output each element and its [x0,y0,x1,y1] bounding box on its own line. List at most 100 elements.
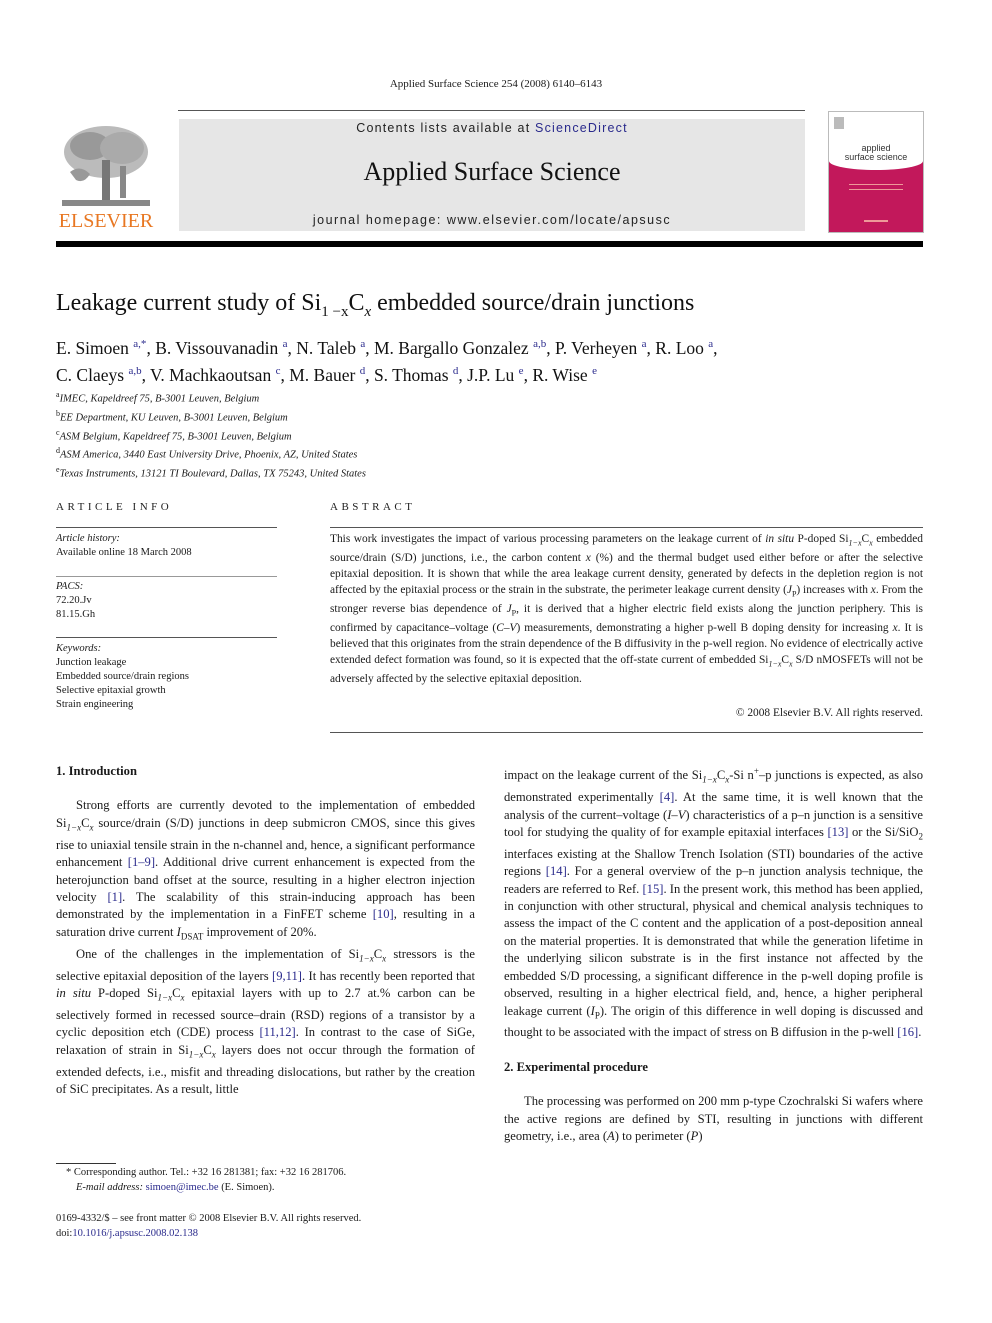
affiliation: eTexas Instruments, 13121 TI Boulevard, … [56,465,366,480]
author-affiliation-link[interactable]: e [592,365,597,377]
contents-prefix: Contents lists available at [356,121,536,135]
pacs-item: 81.15.Gh [56,609,96,620]
title-suffix: embedded source/drain junctions [371,290,695,316]
author: N. Taleb [296,337,361,358]
journal-banner: Contents lists available at ScienceDirec… [179,119,805,231]
abstract-copyright: © 2008 Elsevier B.V. All rights reserved… [735,707,923,719]
affiliation: aIMEC, Kapeldreef 75, B-3001 Leuven, Bel… [56,390,260,405]
keyword-item: Selective epitaxial growth [56,685,166,696]
running-head: Applied Surface Science 254 (2008) 6140–… [389,78,603,90]
article-info-heading: ARTICLE INFO [56,501,173,513]
journal-cover-image[interactable]: applied surface science [828,111,924,233]
abstract-text: This work investigates the impact of var… [330,533,924,686]
contents-line: Contents lists available at ScienceDirec… [179,121,805,135]
section-heading-introduction: 1. Introduction [56,764,137,778]
author: R. Loo [655,337,709,358]
article-title: Leakage current study of Si1 −xCx embedd… [56,290,694,321]
history-value: Available online 18 March 2008 [56,547,192,558]
keyword-item: Embedded source/drain regions [56,671,189,682]
keyword-item: Junction leakage [56,657,127,668]
author-affiliation-link[interactable]: a,b [128,365,141,377]
affiliations: aIMEC, Kapeldreef 75, B-3001 Leuven, Bel… [56,388,366,482]
author-affiliation-link[interactable]: a [283,338,288,350]
abstract-rule-top [330,527,923,528]
paragraph: impact on the leakage current of the Si1… [504,766,924,1040]
citation-link[interactable]: [16] [897,1025,918,1039]
history-label: Article history: [56,533,120,544]
article-history: Article history: Available online 18 Mar… [56,528,277,560]
title-c: C [348,290,365,316]
author: S. Thomas [373,364,453,385]
pacs-item: 72.20.Jv [56,595,92,606]
title-text: Leakage current study of Si [56,290,322,316]
author-affiliation-link[interactable]: e [519,365,524,377]
author-affiliation-link[interactable]: a [360,338,365,350]
paragraph: Strong efforts are currently devoted to … [56,798,476,942]
citation-link[interactable]: [13] [827,825,848,839]
citation-link[interactable]: [1–9] [128,855,155,869]
header-rule [178,110,805,111]
header-thick-rule [56,241,923,247]
author: J.P. Lu [467,364,519,385]
cover-title: applied surface science [829,144,923,162]
cover-title-line2: surface science [844,152,908,162]
homepage-line: journal homepage: www.elsevier.com/locat… [179,213,805,227]
journal-title: Applied Surface Science [363,157,621,186]
author-affiliation-link[interactable]: a,b [533,338,546,350]
author-list: E. Simoen a,*, B. Vissouvanadin a, N. Ta… [56,337,718,385]
keyword-item: Strain engineering [56,699,134,710]
author-affiliation-link[interactable]: a [642,338,647,350]
author: M. Bargallo Gonzalez [373,337,534,358]
author-affiliation-link[interactable]: d [453,365,459,377]
elsevier-tree-icon [62,126,150,206]
author: B. Vissouvanadin [155,337,283,358]
elsevier-wordmark: ELSEVIER [58,210,154,232]
sciencedirect-link[interactable]: ScienceDirect [535,121,628,135]
author: E. Simoen [56,337,134,358]
keywords-label: Keywords: [56,643,102,654]
email-note: E-mail address: simoen@imec.be (E. Simoe… [76,1182,275,1193]
author: V. Machkaoutsan [150,364,276,385]
author-affiliation-link[interactable]: a,* [133,338,146,350]
paragraph: One of the challenges in the implementat… [56,946,476,1097]
paragraph: The processing was performed on 200 mm p… [504,1094,923,1144]
body-column-right: impact on the leakage current of the Si1… [504,763,923,1145]
affiliation: cASM Belgium, Kapeldreef 75, B-3001 Leuv… [56,427,292,443]
elsevier-logo[interactable]: ELSEVIER [56,118,156,234]
title-subscript: 1 −x [321,303,349,320]
section-heading-experimental: 2. Experimental procedure [504,1059,648,1074]
front-matter: 0169-4332/$ – see front matter © 2008 El… [56,1211,476,1241]
footnote-rule [56,1163,116,1164]
citation-link[interactable]: [15] [642,882,663,896]
cover-footer-mark [864,220,888,222]
cover-subtitle-lines [849,184,903,190]
author: R. Wise [532,364,593,385]
pacs: PACS: 72.20.Jv 81.15.Gh [56,560,277,622]
citation-link[interactable]: [14] [546,864,567,878]
keywords: Keywords: Junction leakage Embedded sour… [56,622,277,712]
author-affiliation-link[interactable]: d [360,365,366,377]
abstract-heading: ABSTRACT [330,501,416,513]
email-link[interactable]: simoen@imec.be [146,1182,219,1193]
body-column-left: 1. Introduction Strong efforts are curre… [56,763,475,1098]
author-affiliation-link[interactable]: a [708,338,713,350]
affiliation: bEE Department, KU Leuven, B-3001 Leuven… [56,408,288,424]
doi-link[interactable]: 10.1016/j.apsusc.2008.02.138 [72,1228,198,1239]
corresponding-author-note: * Corresponding author. Tel.: +32 16 281… [66,1167,347,1178]
cover-elsevier-icon [834,117,844,129]
author: C. Claeys [56,364,129,385]
abstract-rule-bottom [330,732,923,733]
homepage-link[interactable]: www.elsevier.com/locate/apsusc [447,213,671,227]
citation-link[interactable]: [9,11] [272,969,302,983]
citation-link[interactable]: [1] [107,890,122,904]
affiliation: dASM America, 3440 East University Drive… [56,446,358,461]
issn-line: 0169-4332/$ – see front matter © 2008 El… [56,1213,362,1224]
pacs-label: PACS: [56,581,84,592]
author-affiliation-link[interactable]: c [276,365,281,377]
homepage-prefix: journal homepage: [312,213,447,227]
citation-link[interactable]: [11,12] [259,1025,295,1039]
citation-link[interactable]: [10] [373,907,394,921]
doi-line: doi:10.1016/j.apsusc.2008.02.138 [56,1228,199,1239]
citation-link[interactable]: [4] [660,790,675,804]
